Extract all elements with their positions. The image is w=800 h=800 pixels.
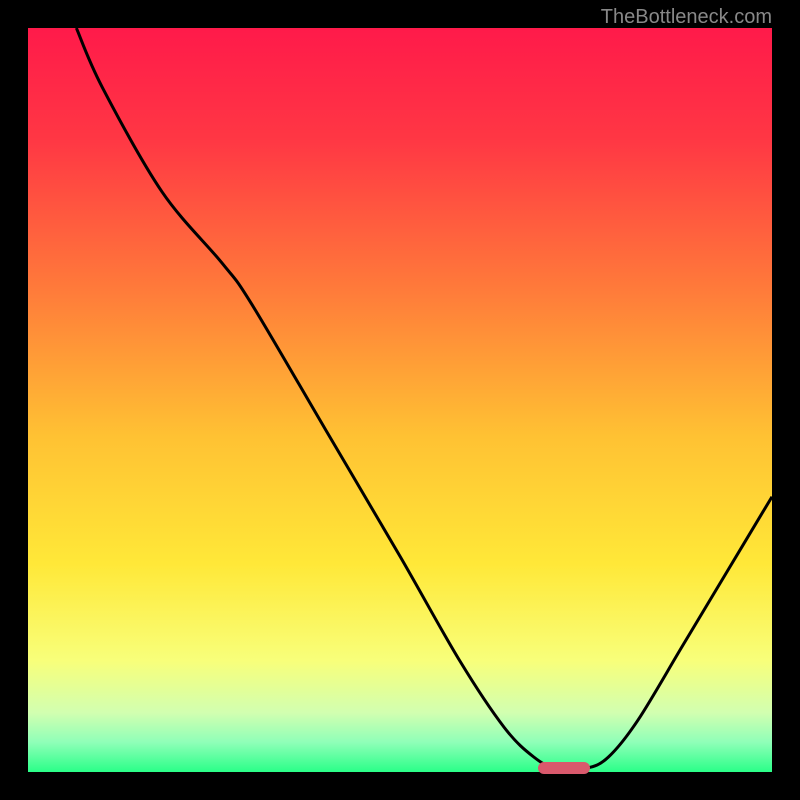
optimal-marker	[538, 762, 590, 774]
bottleneck-curve	[76, 28, 772, 770]
watermark-label: TheBottleneck.com	[601, 6, 772, 29]
curve-layer	[28, 28, 772, 772]
chart-area	[28, 28, 772, 772]
